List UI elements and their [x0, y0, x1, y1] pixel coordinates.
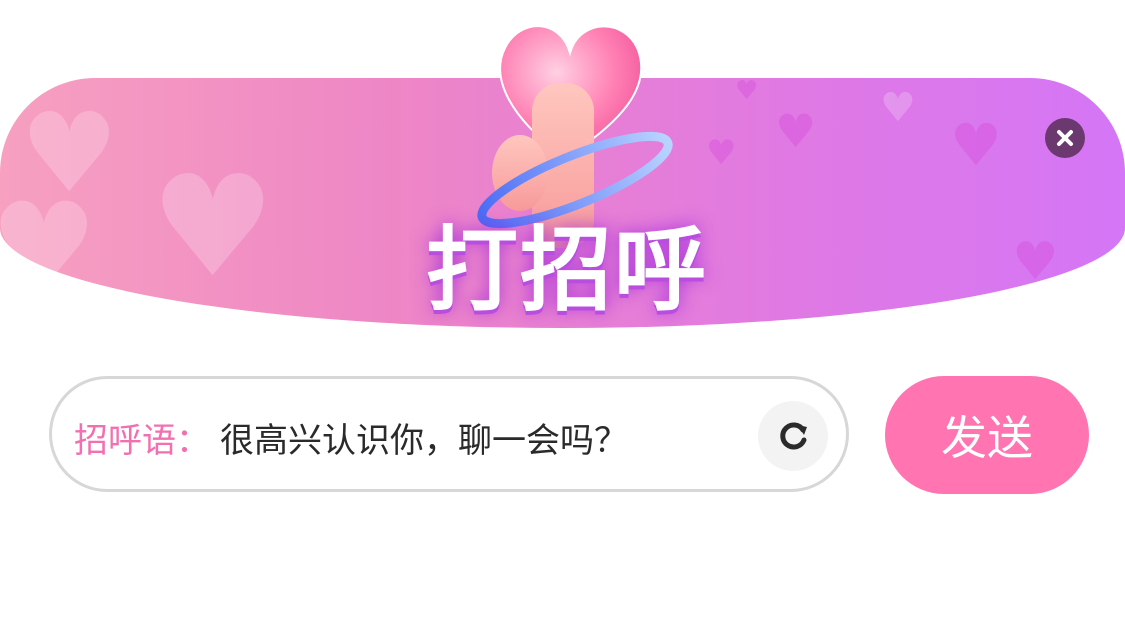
heart-decoration-icon: ♥: [0, 178, 98, 317]
heart-decoration-icon: ♥: [150, 146, 276, 309]
refresh-icon: [780, 422, 807, 450]
dialog-title: 打招呼: [425, 217, 708, 324]
heart-decoration-icon: ♥: [1012, 232, 1059, 292]
heart-decoration-icon: ♥: [706, 133, 737, 173]
refresh-greeting-button[interactable]: [758, 401, 828, 471]
close-icon: [1057, 130, 1073, 146]
greeting-text[interactable]: 很高兴认识你，聊一会吗？: [220, 413, 628, 462]
greeting-input-box[interactable]: 招呼语： 很高兴认识你，聊一会吗？: [49, 376, 849, 492]
greeting-label: 招呼语：: [74, 421, 210, 461]
heart-decoration-icon: ♥: [775, 104, 817, 158]
heart-decoration-icon: ♥: [735, 78, 759, 106]
send-button[interactable]: 发送: [885, 376, 1089, 494]
close-button[interactable]: [1045, 118, 1085, 158]
heart-decoration-icon: ♥: [950, 111, 1002, 179]
heart-decoration-icon: ♥: [880, 85, 916, 131]
